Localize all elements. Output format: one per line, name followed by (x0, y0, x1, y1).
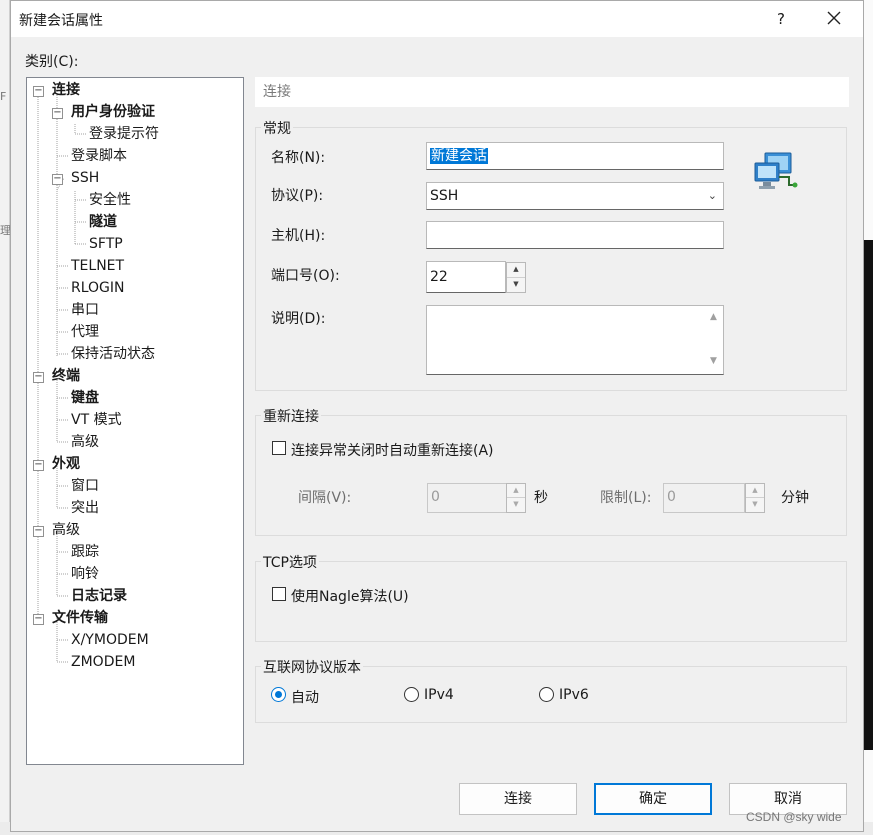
tree-item-login-script[interactable]: 登录脚本 (71, 146, 127, 166)
ipv6-label[interactable]: IPv6 (559, 687, 589, 703)
ip-auto-label[interactable]: 自动 (291, 687, 319, 707)
limit-input[interactable]: 0 (663, 483, 745, 513)
spin-down-icon[interactable]: ▼ (507, 498, 525, 512)
tree-item-rlogin[interactable]: RLOGIN (71, 278, 125, 298)
watermark: CSDN @sky wide (746, 810, 842, 824)
connect-button[interactable]: 连接 (459, 783, 577, 815)
tree-item-highlight[interactable]: 突出 (71, 498, 99, 518)
tree-item-window[interactable]: 窗口 (71, 476, 99, 496)
tree-item-vt-mode[interactable]: VT 模式 (71, 410, 122, 430)
auto-reconnect-checkbox[interactable] (272, 441, 286, 455)
collapse-appearance-toggle[interactable]: − (33, 460, 44, 471)
collapse-auth-toggle[interactable]: − (52, 108, 63, 119)
protocol-select-value: SSH (430, 188, 459, 204)
description-textarea[interactable]: ▲ ▼ (426, 305, 724, 375)
help-button[interactable]: ? (768, 7, 794, 31)
tree-item-file-transfer[interactable]: 文件传输 (52, 608, 108, 628)
interval-label: 间隔(V): (298, 490, 352, 506)
description-scrollbar[interactable]: ▲ ▼ (706, 306, 723, 374)
tree-item-zmodem[interactable]: ZMODEM (71, 652, 135, 672)
host-input[interactable] (426, 221, 724, 249)
title-bar: 新建会话属性 ? (11, 1, 863, 37)
auto-reconnect-label[interactable]: 连接异常关闭时自动重新连接(A) (291, 440, 494, 460)
tree-item-terminal[interactable]: 终端 (52, 366, 80, 386)
host-label: 主机(H): (271, 228, 326, 244)
tcp-options-legend: TCP选项 (261, 552, 319, 572)
category-tree[interactable]: − 连接 − 用户身份验证 登录提示符 登录脚本 − SSH 安全性 隧道 SF… (26, 77, 244, 765)
tree-item-bell[interactable]: 响铃 (71, 564, 99, 584)
tree-item-tunnel[interactable]: 隧道 (89, 212, 117, 232)
ip-auto-radio[interactable] (271, 687, 286, 702)
network-computer-icon (754, 152, 798, 189)
ipv4-radio[interactable] (404, 687, 419, 702)
spin-down-icon[interactable]: ▼ (746, 498, 764, 512)
tree-item-xymodem[interactable]: X/YMODEM (71, 630, 149, 650)
panel-title: 连接 (255, 77, 849, 107)
new-session-properties-dialog: 新建会话属性 ? 类别(C): − 连接 − 用户身份验证 登录提示符 登录脚本… (10, 0, 864, 832)
tree-item-connect[interactable]: 连接 (52, 80, 80, 100)
scroll-up-icon[interactable]: ▲ (710, 312, 717, 322)
collapse-terminal-toggle[interactable]: − (33, 372, 44, 383)
tree-item-login-prompt[interactable]: 登录提示符 (89, 124, 159, 144)
limit-unit: 分钟 (781, 490, 809, 506)
nagle-label[interactable]: 使用Nagle算法(U) (291, 586, 409, 606)
name-label: 名称(N): (271, 150, 326, 166)
tree-item-security[interactable]: 安全性 (89, 190, 131, 210)
tree-item-terminal-advanced[interactable]: 高级 (71, 432, 99, 452)
reconnect-group-legend: 重新连接 (261, 406, 321, 426)
interval-spinner[interactable]: ▲ ▼ (506, 483, 526, 513)
tree-item-proxy[interactable]: 代理 (71, 322, 99, 342)
spin-up-icon[interactable]: ▲ (507, 484, 525, 498)
general-group-legend: 常规 (261, 118, 293, 138)
chevron-down-icon: ⌄ (707, 189, 717, 202)
tree-item-user-auth[interactable]: 用户身份验证 (71, 102, 155, 122)
background-app-left-edge: F 理 (0, 0, 10, 835)
protocol-label: 协议(P): (271, 188, 324, 204)
ipv6-radio[interactable] (539, 687, 554, 702)
tree-item-telnet[interactable]: TELNET (71, 256, 124, 276)
port-spinner[interactable]: ▲ ▼ (506, 262, 526, 293)
collapse-advanced-toggle[interactable]: − (33, 526, 44, 537)
tree-item-log[interactable]: 日志记录 (71, 586, 127, 606)
spin-up-icon[interactable]: ▲ (507, 263, 525, 278)
tree-item-keyboard[interactable]: 键盘 (71, 388, 99, 408)
ipv4-label[interactable]: IPv4 (424, 687, 454, 703)
limit-spinner[interactable]: ▲ ▼ (745, 483, 765, 513)
limit-label: 限制(L): (600, 490, 652, 506)
collapse-connect-toggle[interactable]: − (33, 86, 44, 97)
ok-button[interactable]: 确定 (594, 783, 712, 815)
tree-item-trace[interactable]: 跟踪 (71, 542, 99, 562)
collapse-file-transfer-toggle[interactable]: − (33, 614, 44, 625)
port-input[interactable]: 22 (426, 261, 506, 293)
interval-unit: 秒 (534, 490, 548, 506)
spin-up-icon[interactable]: ▲ (746, 484, 764, 498)
name-input-value: 新建会话 (430, 148, 488, 164)
description-label: 说明(D): (271, 311, 326, 327)
nagle-checkbox[interactable] (272, 587, 286, 601)
close-icon (827, 11, 841, 25)
tree-item-advanced[interactable]: 高级 (52, 520, 80, 540)
port-label: 端口号(O): (271, 268, 340, 284)
spin-down-icon[interactable]: ▼ (507, 278, 525, 293)
reconnect-group (255, 415, 847, 536)
ip-version-legend: 互联网协议版本 (261, 657, 363, 677)
tree-item-sftp[interactable]: SFTP (89, 234, 123, 254)
tree-item-ssh[interactable]: SSH (71, 168, 99, 188)
scroll-down-icon[interactable]: ▼ (710, 356, 717, 366)
tree-item-serial[interactable]: 串口 (71, 300, 99, 320)
collapse-ssh-toggle[interactable]: − (52, 174, 63, 185)
dialog-title: 新建会话属性 (19, 13, 103, 29)
tree-item-keepalive[interactable]: 保持活动状态 (71, 344, 155, 364)
category-label: 类别(C): (25, 54, 79, 70)
protocol-select[interactable]: SSH ⌄ (426, 182, 724, 210)
tree-item-appearance[interactable]: 外观 (52, 454, 80, 474)
close-button[interactable] (819, 7, 849, 31)
background-app-right-edge (863, 0, 873, 835)
name-input[interactable]: 新建会话 (426, 142, 724, 170)
interval-input[interactable]: 0 (427, 483, 507, 513)
